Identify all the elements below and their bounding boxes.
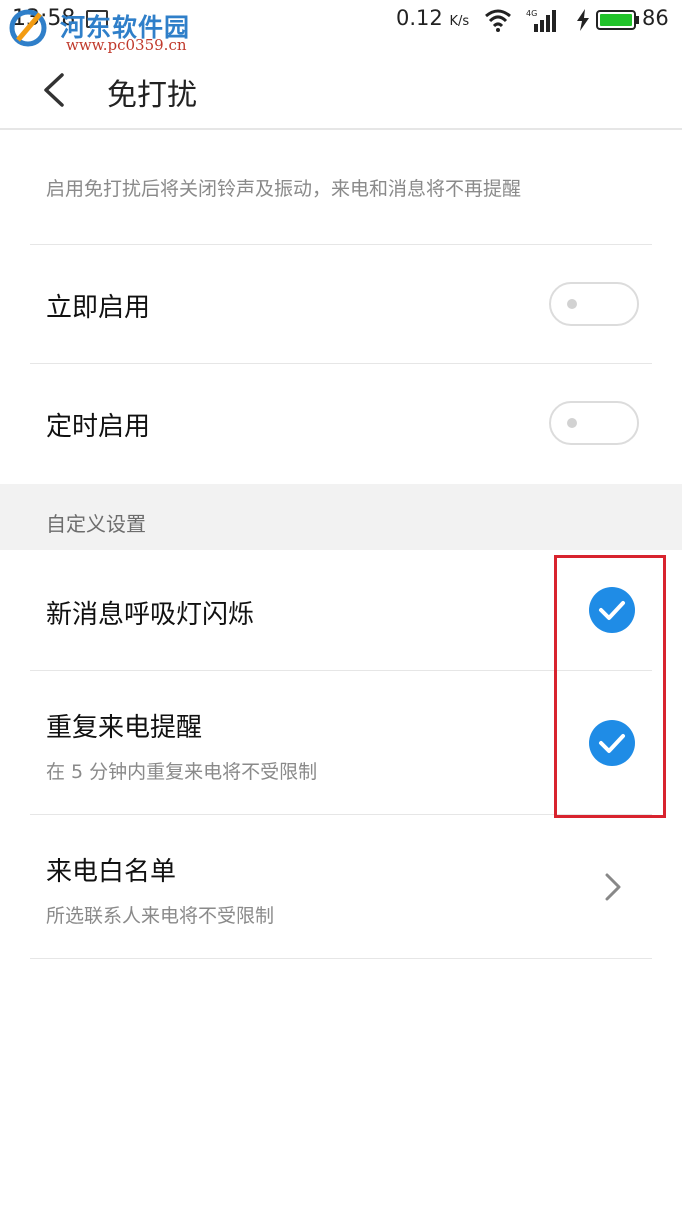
repeat-call-label: 重复来电提醒 [46,713,203,743]
divider [30,958,652,959]
chevron-left-icon[interactable] [40,72,68,108]
bolt-icon [577,9,589,31]
status-bar: 13:58 河东软件园 www.pc0359.cn 0.12 K/s 4G 86 [0,0,682,54]
toggle-label-scheduled: 定时启用 [46,412,151,442]
toggle-row-immediate[interactable]: 立即启用 [0,245,682,363]
toggle-knob [567,418,577,428]
whitelist-label: 来电白名单 [46,857,177,887]
section-header: 自定义设置 [0,484,682,550]
toggle-label-immediate: 立即启用 [46,293,151,323]
wifi-icon [485,9,511,32]
battery-icon [596,10,639,30]
net-speed: 0.12 K/s [396,6,470,30]
toggle-row-scheduled[interactable]: 定时启用 [0,364,682,484]
battery-level: 86 [642,6,669,30]
whitelist-row[interactable]: 来电白名单 所选联系人来电将不受限制 [0,815,682,958]
highlight-box [554,555,666,818]
immediate-enable-toggle[interactable] [549,282,639,326]
repeat-call-subtitle: 在 5 分钟内重复来电将不受限制 [46,761,318,783]
screen: 13:58 河东软件园 www.pc0359.cn 0.12 K/s 4G 86… [0,0,682,1212]
whitelist-subtitle: 所选联系人来电将不受限制 [46,905,275,927]
net-speed-unit: K/s [449,14,470,29]
section-label: 自定义设置 [46,512,146,536]
description-text: 启用免打扰后将关闭铃声及振动，来电和消息将不再提醒 [46,178,522,200]
header: 免打扰 [0,52,682,130]
chevron-right-icon[interactable] [604,872,622,902]
watermark: 河东软件园 www.pc0359.cn [4,2,214,54]
svg-text:4G: 4G [526,9,537,18]
watermark-logo-icon [9,9,47,47]
signal-icon: 4G [526,9,556,32]
scheduled-enable-toggle[interactable] [549,401,639,445]
toggle-knob [567,299,577,309]
page-title: 免打扰 [107,78,197,113]
breathing-light-label: 新消息呼吸灯闪烁 [46,600,255,630]
